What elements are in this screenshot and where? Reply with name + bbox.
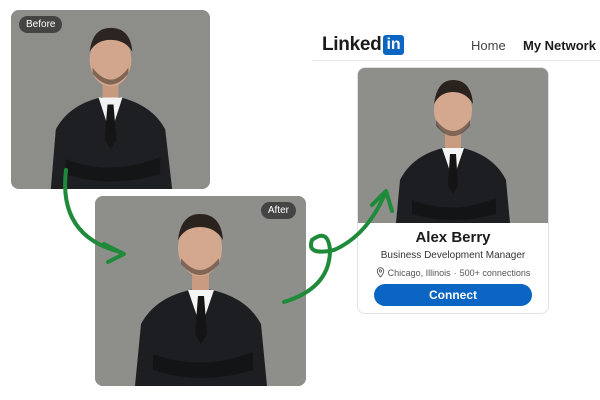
before-portrait-image: [11, 10, 210, 189]
after-photo-card: After: [95, 196, 306, 386]
profile-card: Alex Berry Business Development Manager …: [357, 67, 549, 314]
profile-name: Alex Berry: [415, 229, 491, 246]
linkedin-logo-word: Linked: [322, 34, 382, 55]
linkedin-logo[interactable]: Linked in: [322, 34, 404, 56]
profile-portrait-image: [358, 68, 548, 223]
before-label: Before: [19, 16, 63, 33]
header-divider: [312, 60, 600, 61]
after-label: After: [260, 202, 296, 219]
profile-location: Chicago, Illinois: [387, 267, 451, 278]
nav-my-network[interactable]: My Network: [523, 38, 596, 53]
profile-photo[interactable]: [358, 68, 548, 223]
location-pin-icon: [376, 267, 384, 278]
profile-connections[interactable]: 500+ connections: [460, 268, 531, 278]
connect-button[interactable]: Connect: [374, 284, 532, 306]
nav-home[interactable]: Home: [471, 38, 506, 53]
linkedin-logo-box: in: [383, 35, 404, 55]
after-portrait-image: [95, 196, 306, 386]
meta-separator: ·: [453, 267, 457, 278]
profile-meta: Chicago, Illinois · 500+ connections: [358, 267, 548, 278]
profile-job-title: Business Development Manager: [380, 250, 526, 261]
before-photo-card: Before: [11, 10, 210, 189]
